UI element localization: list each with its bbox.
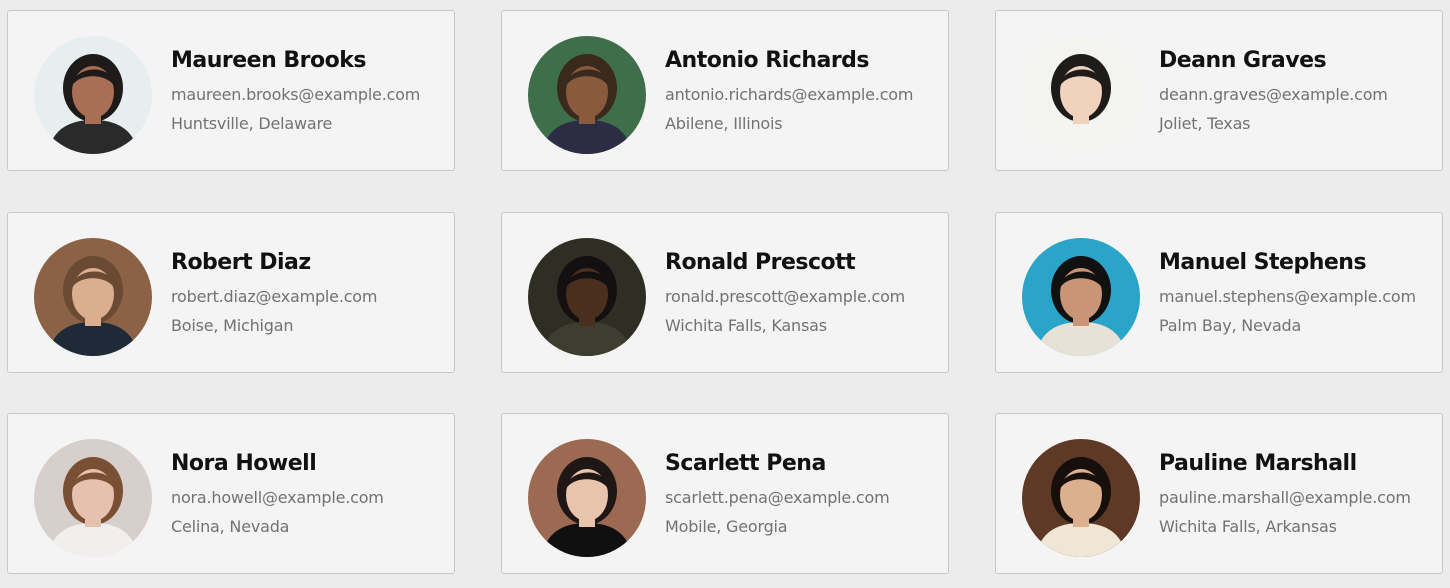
user-card[interactable]: Pauline Marshall pauline.marshall@example… bbox=[995, 413, 1443, 574]
user-name: Scarlett Pena bbox=[665, 451, 826, 476]
avatar bbox=[528, 439, 646, 557]
user-card[interactable]: Deann Graves deann.graves@example.com Joli… bbox=[995, 10, 1443, 171]
user-name: Robert Diaz bbox=[171, 250, 311, 275]
avatar bbox=[1022, 439, 1140, 557]
user-email: pauline.marshall@example.com bbox=[1159, 488, 1411, 507]
user-email: manuel.stephens@example.com bbox=[1159, 287, 1416, 306]
avatar bbox=[528, 238, 646, 356]
user-card[interactable]: Antonio Richards antonio.richards@example… bbox=[501, 10, 949, 171]
avatar bbox=[1022, 238, 1140, 356]
user-name: Maureen Brooks bbox=[171, 48, 367, 73]
avatar bbox=[34, 238, 152, 356]
user-email: ronald.prescott@example.com bbox=[665, 287, 906, 306]
user-email: scarlett.pena@example.com bbox=[665, 488, 890, 507]
user-location: Mobile, Georgia bbox=[665, 517, 788, 536]
user-location: Palm Bay, Nevada bbox=[1159, 316, 1302, 335]
user-location: Huntsville, Delaware bbox=[171, 114, 333, 133]
user-email: robert.diaz@example.com bbox=[171, 287, 378, 306]
user-name: Nora Howell bbox=[171, 451, 317, 476]
user-location: Abilene, Illinois bbox=[665, 114, 783, 133]
user-card[interactable]: Scarlett Pena scarlett.pena@example.com Mo… bbox=[501, 413, 949, 574]
avatar bbox=[1022, 36, 1140, 154]
user-email: maureen.brooks@example.com bbox=[171, 85, 421, 104]
user-name: Manuel Stephens bbox=[1159, 250, 1367, 275]
user-card[interactable]: Ronald Prescott ronald.prescott@example.c… bbox=[501, 212, 949, 373]
user-location: Wichita Falls, Kansas bbox=[665, 316, 827, 335]
user-location: Joliet, Texas bbox=[1159, 114, 1251, 133]
user-email: antonio.richards@example.com bbox=[665, 85, 914, 104]
user-location: Celina, Nevada bbox=[171, 517, 290, 536]
user-name: Ronald Prescott bbox=[665, 250, 856, 275]
user-email: nora.howell@example.com bbox=[171, 488, 384, 507]
user-location: Boise, Michigan bbox=[171, 316, 294, 335]
user-card[interactable]: Manuel Stephens manuel.stephens@example.c… bbox=[995, 212, 1443, 373]
user-name: Pauline Marshall bbox=[1159, 451, 1357, 476]
user-name: Deann Graves bbox=[1159, 48, 1327, 73]
user-card[interactable]: Robert Diaz robert.diaz@example.com Boise,… bbox=[7, 212, 455, 373]
user-email: deann.graves@example.com bbox=[1159, 85, 1388, 104]
avatar bbox=[34, 439, 152, 557]
avatar bbox=[528, 36, 646, 154]
avatar bbox=[34, 36, 152, 154]
user-card-grid: Maureen Brooks maureen.brooks@example.com… bbox=[0, 0, 1450, 588]
user-name: Antonio Richards bbox=[665, 48, 870, 73]
user-location: Wichita Falls, Arkansas bbox=[1159, 517, 1337, 536]
user-card[interactable]: Nora Howell nora.howell@example.com Celina… bbox=[7, 413, 455, 574]
user-card[interactable]: Maureen Brooks maureen.brooks@example.com… bbox=[7, 10, 455, 171]
